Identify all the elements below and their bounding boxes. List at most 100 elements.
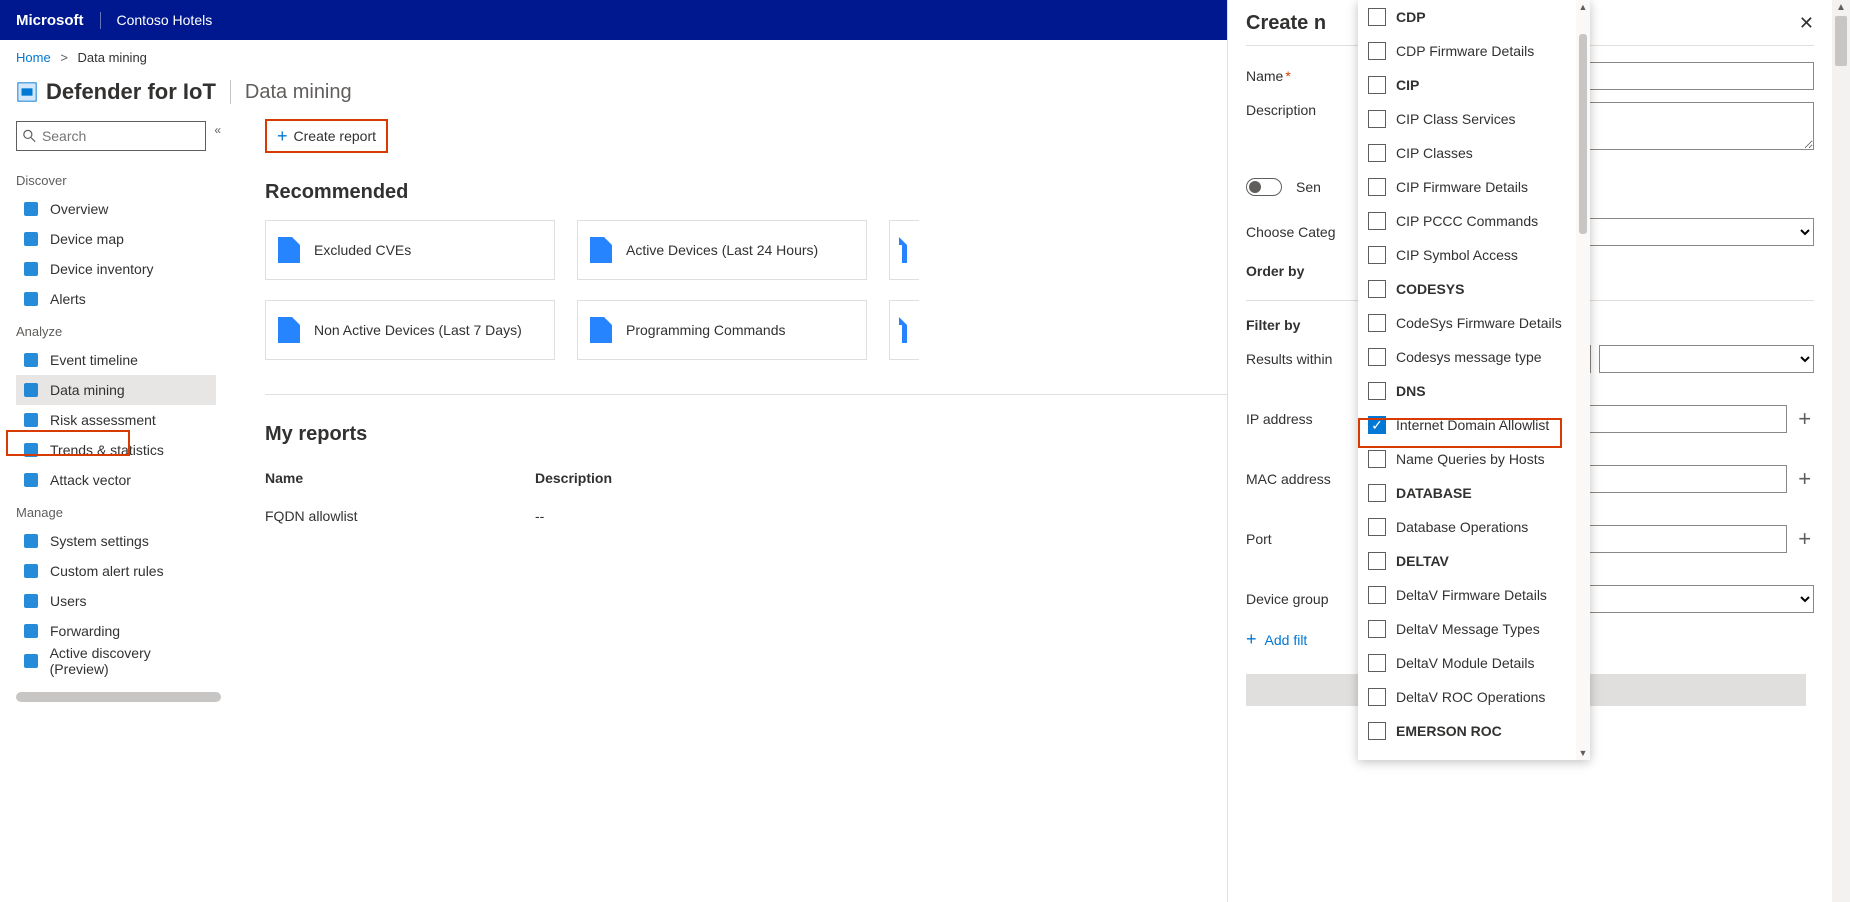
listbox-item[interactable]: CDP: [1358, 0, 1576, 34]
card-excluded-cves[interactable]: Excluded CVEs: [265, 220, 555, 280]
card-peek-2[interactable]: [889, 300, 919, 360]
search-box[interactable]: [16, 121, 206, 151]
sidebar-item-overview[interactable]: Overview: [16, 194, 216, 224]
sidebar-item-users[interactable]: Users: [16, 586, 216, 616]
listbox-item[interactable]: DeltaV Message Types: [1358, 612, 1576, 646]
checkbox[interactable]: [1368, 76, 1386, 94]
sidebar-item-device-inventory[interactable]: Device inventory: [16, 254, 216, 284]
sidebar-item-device-map[interactable]: Device map: [16, 224, 216, 254]
sidebar-item-alerts[interactable]: Alerts: [16, 284, 216, 314]
listbox-item[interactable]: CIP: [1358, 68, 1576, 102]
send-toggle[interactable]: [1246, 178, 1282, 196]
checkbox[interactable]: [1368, 620, 1386, 638]
checkbox[interactable]: [1368, 688, 1386, 706]
listbox-item[interactable]: DeltaV ROC Operations: [1358, 680, 1576, 714]
listbox-item[interactable]: DATABASE: [1358, 476, 1576, 510]
checkbox[interactable]: [1368, 450, 1386, 468]
listbox-item[interactable]: CIP Classes: [1358, 136, 1576, 170]
card-active-devices[interactable]: Active Devices (Last 24 Hours): [577, 220, 867, 280]
checkbox[interactable]: [1368, 246, 1386, 264]
checkbox[interactable]: [1368, 348, 1386, 366]
create-report-button[interactable]: + Create report: [265, 119, 388, 153]
scroll-up-arrow-icon[interactable]: ▲: [1832, 0, 1850, 16]
scroll-thumb[interactable]: [1579, 34, 1587, 234]
listbox-item-label: CodeSys Firmware Details: [1396, 315, 1562, 331]
listbox-item[interactable]: DeltaV Firmware Details: [1358, 578, 1576, 612]
checkbox[interactable]: [1368, 722, 1386, 740]
add-mac-icon[interactable]: +: [1795, 466, 1814, 492]
checkbox[interactable]: [1368, 518, 1386, 536]
listbox-item[interactable]: CDP Firmware Details: [1358, 34, 1576, 68]
breadcrumb-home[interactable]: Home: [16, 50, 51, 65]
listbox-item[interactable]: DeltaV Module Details: [1358, 646, 1576, 680]
listbox-item[interactable]: CodeSys Firmware Details: [1358, 306, 1576, 340]
sidebar-item-data-mining[interactable]: Data mining: [16, 375, 216, 405]
sidebar-item-label: Data mining: [50, 382, 125, 398]
checkbox[interactable]: [1368, 654, 1386, 672]
shield-overview-icon: [22, 200, 40, 218]
sidebar-item-system-settings[interactable]: System settings: [16, 526, 216, 556]
listbox-item[interactable]: CODESYS: [1358, 272, 1576, 306]
listbox-item[interactable]: ✓Internet Domain Allowlist: [1358, 408, 1576, 442]
order-by-label: Order by: [1246, 263, 1376, 279]
checkbox[interactable]: [1368, 280, 1386, 298]
checkbox[interactable]: [1368, 42, 1386, 60]
listbox-item-label: DeltaV Module Details: [1396, 655, 1535, 671]
filter-by-label: Filter by: [1246, 317, 1376, 333]
checkbox[interactable]: [1368, 552, 1386, 570]
panel-title: Create n: [1246, 12, 1326, 35]
sidebar-item-risk-assessment[interactable]: Risk assessment: [16, 405, 216, 435]
checkbox[interactable]: [1368, 382, 1386, 400]
card-non-active-devices[interactable]: Non Active Devices (Last 7 Days): [265, 300, 555, 360]
listbox-item[interactable]: DELTAV: [1358, 544, 1576, 578]
card-peek-1[interactable]: [889, 220, 919, 280]
checkbox[interactable]: [1368, 586, 1386, 604]
checkbox[interactable]: [1368, 8, 1386, 26]
page-scrollbar[interactable]: ▲: [1832, 0, 1850, 902]
listbox-item[interactable]: CIP Symbol Access: [1358, 238, 1576, 272]
plus-icon: +: [277, 126, 288, 147]
sidebar-item-label: Device inventory: [50, 261, 154, 277]
listbox-item[interactable]: CIP Class Services: [1358, 102, 1576, 136]
listbox-item[interactable]: DNS: [1358, 374, 1576, 408]
search-input[interactable]: [36, 128, 199, 144]
sidebar-item-custom-alert-rules[interactable]: Custom alert rules: [16, 556, 216, 586]
results-within-unit-select[interactable]: [1599, 345, 1814, 373]
port-label: Port: [1246, 531, 1376, 547]
collapse-sidebar-icon[interactable]: «: [214, 123, 221, 137]
sidebar-item-trends-statistics[interactable]: Trends & statistics: [16, 435, 216, 465]
checkbox[interactable]: [1368, 178, 1386, 196]
scroll-thumb[interactable]: [1835, 16, 1847, 66]
document-icon: [902, 317, 907, 343]
checkbox[interactable]: [1368, 144, 1386, 162]
listbox-item[interactable]: Database Operations: [1358, 510, 1576, 544]
sidebar-item-event-timeline[interactable]: Event timeline: [16, 345, 216, 375]
checkbox[interactable]: [1368, 314, 1386, 332]
azure-resource-icon: [16, 81, 38, 103]
close-icon[interactable]: ✕: [1799, 13, 1814, 34]
checkbox[interactable]: ✓: [1368, 416, 1386, 434]
sidebar-item-label: Custom alert rules: [50, 563, 164, 579]
users-icon: [22, 592, 40, 610]
add-port-icon[interactable]: +: [1795, 526, 1814, 552]
listbox-item[interactable]: Codesys message type: [1358, 340, 1576, 374]
sidebar-item-active-discovery-preview-[interactable]: Active discovery (Preview): [16, 646, 216, 676]
results-within-label: Results within: [1246, 351, 1376, 367]
checkbox[interactable]: [1368, 110, 1386, 128]
checkbox[interactable]: [1368, 484, 1386, 502]
scroll-up-arrow-icon[interactable]: ▲: [1576, 0, 1590, 14]
listbox-item[interactable]: CIP PCCC Commands: [1358, 204, 1576, 238]
checkbox[interactable]: [1368, 212, 1386, 230]
scroll-down-arrow-icon[interactable]: ▼: [1576, 746, 1590, 760]
listbox-item[interactable]: Name Queries by Hosts: [1358, 442, 1576, 476]
sidebar-item-forwarding[interactable]: Forwarding: [16, 616, 216, 646]
add-ip-icon[interactable]: +: [1795, 406, 1814, 432]
listbox-item[interactable]: EMERSON ROC: [1358, 714, 1576, 748]
sidebar-horizontal-scrollbar[interactable]: [16, 692, 221, 702]
card-programming-commands[interactable]: Programming Commands: [577, 300, 867, 360]
listbox-scrollbar[interactable]: ▲ ▼: [1576, 0, 1590, 760]
category-listbox[interactable]: CDPCDP Firmware DetailsCIPCIP Class Serv…: [1358, 0, 1590, 760]
sidebar-item-attack-vector[interactable]: Attack vector: [16, 465, 216, 495]
listbox-item[interactable]: CIP Firmware Details: [1358, 170, 1576, 204]
listbox-item-label: CIP Firmware Details: [1396, 179, 1528, 195]
